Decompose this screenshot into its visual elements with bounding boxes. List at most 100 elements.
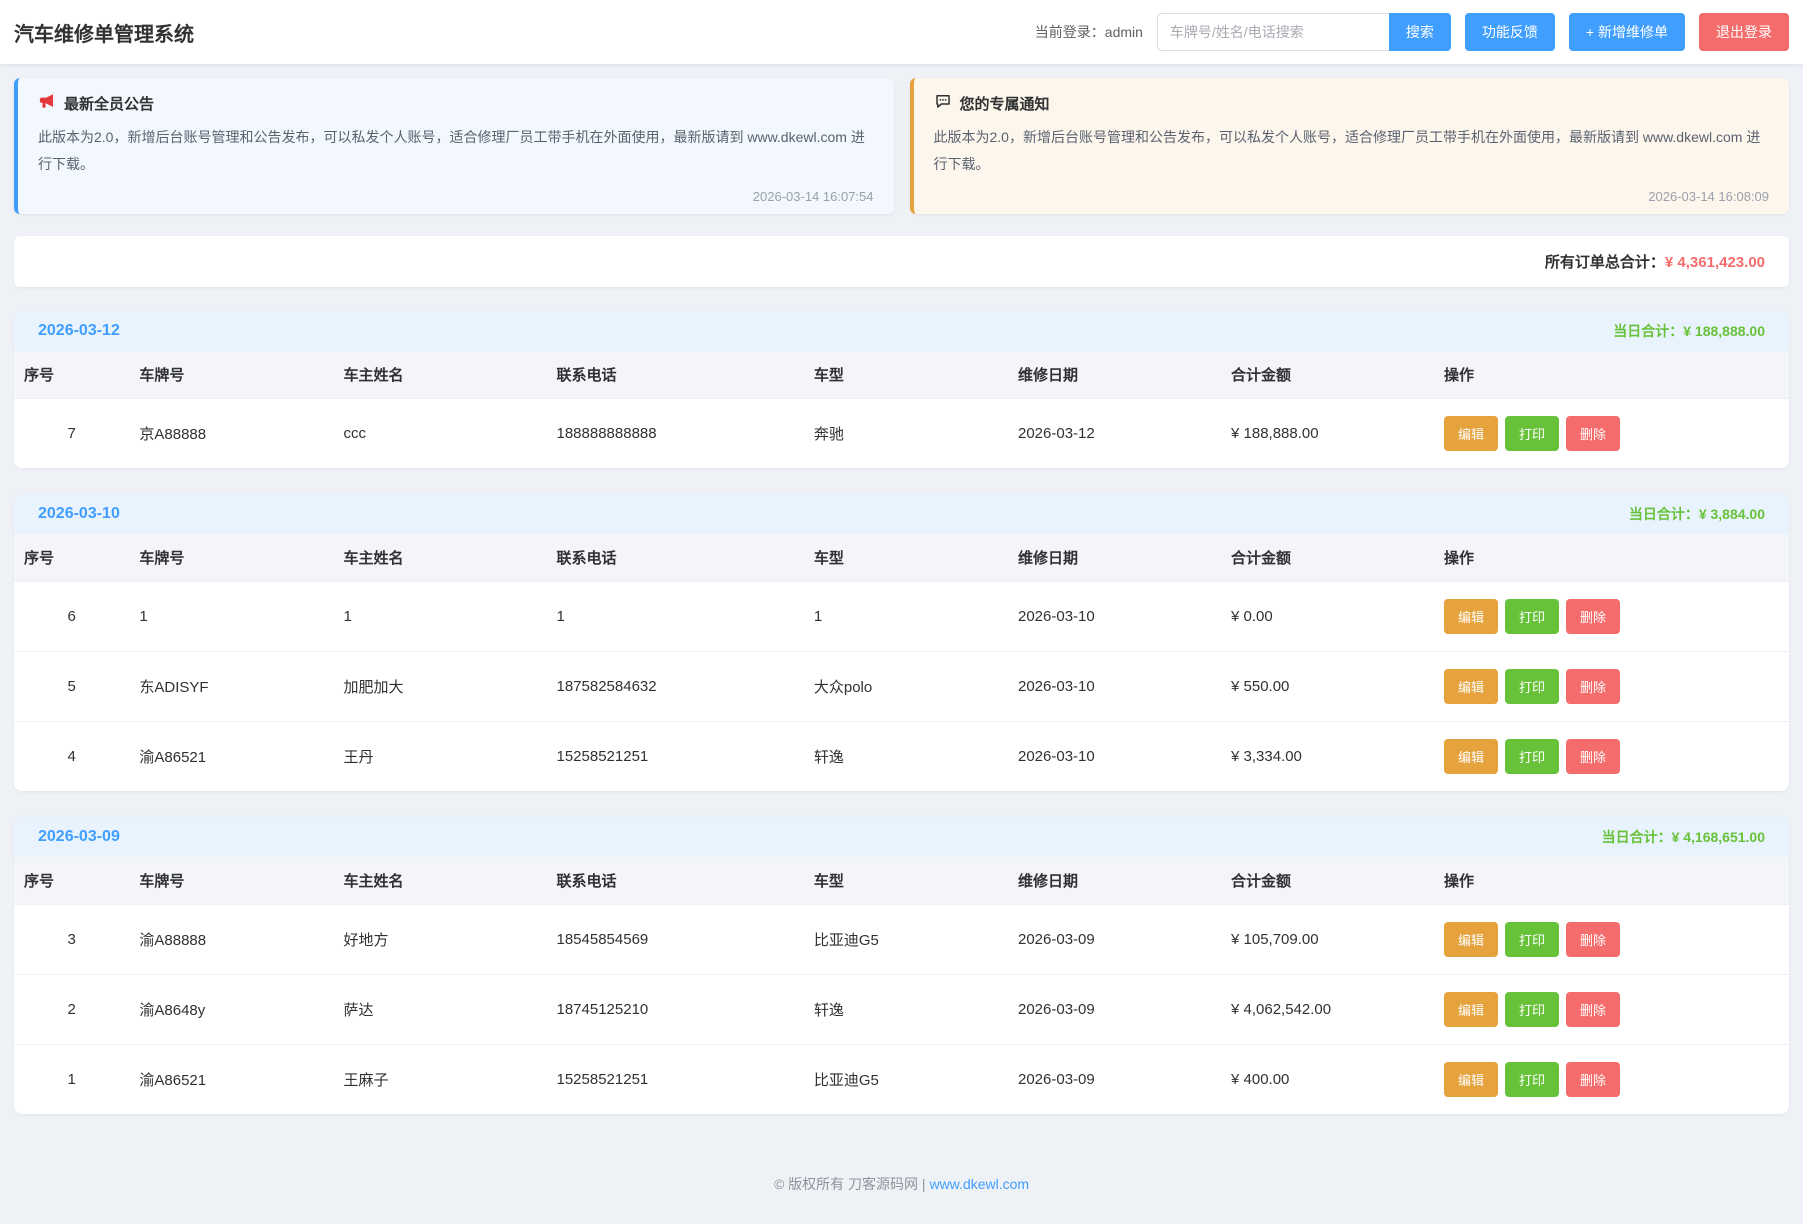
day-group: 2026-03-09当日合计：¥ 4,168,651.00序号车牌号车主姓名联系… — [14, 817, 1789, 1114]
column-header: 合计金额 — [1221, 534, 1434, 582]
column-header: 维修日期 — [1008, 857, 1221, 905]
column-header: 维修日期 — [1008, 351, 1221, 399]
search-input[interactable] — [1157, 13, 1389, 51]
repair-orders-table: 序号车牌号车主姓名联系电话车型维修日期合计金额操作7京A88888ccc1888… — [14, 351, 1789, 468]
cell-actions: 编辑打印删除 — [1434, 1044, 1789, 1114]
logout-button[interactable]: 退出登录 — [1699, 13, 1789, 51]
cell-owner: 萨达 — [334, 974, 547, 1044]
print-button[interactable]: 打印 — [1505, 922, 1559, 957]
day-total: 当日合计：¥ 4,168,651.00 — [1602, 827, 1765, 847]
table-header-row: 序号车牌号车主姓名联系电话车型维修日期合计金额操作 — [14, 534, 1789, 582]
cell-phone: 15258521251 — [547, 1044, 804, 1114]
table-row: 2渝A8648y萨达18745125210轩逸2026-03-09¥ 4,062… — [14, 974, 1789, 1044]
cell-date: 2026-03-12 — [1008, 398, 1221, 468]
column-header: 合计金额 — [1221, 351, 1434, 399]
column-header: 操作 — [1434, 534, 1789, 582]
cell-plate: 渝A86521 — [129, 1044, 333, 1114]
cell-model: 大众polo — [804, 651, 1008, 721]
print-button[interactable]: 打印 — [1505, 669, 1559, 704]
cell-seq: 2 — [14, 974, 129, 1044]
table-row: 611112026-03-10¥ 0.00编辑打印删除 — [14, 581, 1789, 651]
table-row: 3渝A88888好地方18545854569比亚迪G52026-03-09¥ 1… — [14, 904, 1789, 974]
print-button[interactable]: 打印 — [1505, 1062, 1559, 1097]
column-header: 车型 — [804, 857, 1008, 905]
column-header: 操作 — [1434, 351, 1789, 399]
table-header-row: 序号车牌号车主姓名联系电话车型维修日期合计金额操作 — [14, 351, 1789, 399]
column-header: 序号 — [14, 351, 129, 399]
footer-link[interactable]: www.dkewl.com — [929, 1176, 1029, 1192]
cell-owner: 王丹 — [334, 721, 547, 791]
cell-seq: 4 — [14, 721, 129, 791]
cell-amount: ¥ 188,888.00 — [1221, 398, 1434, 468]
cell-actions: 编辑打印删除 — [1434, 721, 1789, 791]
cell-seq: 5 — [14, 651, 129, 721]
main-content: 最新全员公告 此版本为2.0，新增后台账号管理和公告发布，可以私发个人账号，适合… — [0, 64, 1803, 1154]
cell-phone: 18745125210 — [547, 974, 804, 1044]
print-button[interactable]: 打印 — [1505, 599, 1559, 634]
column-header: 车型 — [804, 351, 1008, 399]
column-header: 车主姓名 — [334, 534, 547, 582]
cell-date: 2026-03-10 — [1008, 721, 1221, 791]
delete-button[interactable]: 删除 — [1566, 992, 1620, 1027]
announcement-timestamp: 2026-03-14 16:07:54 — [38, 189, 874, 204]
cell-phone: 18545854569 — [547, 904, 804, 974]
delete-button[interactable]: 删除 — [1566, 669, 1620, 704]
login-status: 当前登录：admin — [1035, 22, 1143, 42]
edit-button[interactable]: 编辑 — [1444, 1062, 1498, 1097]
repair-orders-table: 序号车牌号车主姓名联系电话车型维修日期合计金额操作611112026-03-10… — [14, 534, 1789, 791]
cell-amount: ¥ 4,062,542.00 — [1221, 974, 1434, 1044]
cell-plate: 1 — [129, 581, 333, 651]
feedback-button[interactable]: 功能反馈 — [1465, 13, 1555, 51]
announcement-title-row: 最新全员公告 — [38, 92, 874, 114]
cell-date: 2026-03-10 — [1008, 581, 1221, 651]
cell-plate: 渝A8648y — [129, 974, 333, 1044]
personal-notice-card: 您的专属通知 此版本为2.0，新增后台账号管理和公告发布，可以私发个人账号，适合… — [910, 78, 1790, 214]
announcement-title: 最新全员公告 — [64, 93, 154, 114]
table-row: 4渝A86521王丹15258521251轩逸2026-03-10¥ 3,334… — [14, 721, 1789, 791]
column-header: 车牌号 — [129, 351, 333, 399]
column-header: 序号 — [14, 857, 129, 905]
page-footer: © 版权所有 刀客源码网 | www.dkewl.com — [0, 1154, 1803, 1224]
column-header: 车主姓名 — [334, 351, 547, 399]
header-toolbar: 当前登录：admin 搜索 功能反馈 + 新增维修单 退出登录 — [1035, 13, 1789, 51]
edit-button[interactable]: 编辑 — [1444, 416, 1498, 451]
search-group: 搜索 — [1157, 13, 1451, 51]
search-button[interactable]: 搜索 — [1389, 13, 1451, 51]
copyright-text: © 版权所有 刀客源码网 | — [774, 1176, 930, 1192]
group-date: 2026-03-09 — [38, 828, 120, 846]
notice-title: 您的专属通知 — [960, 93, 1050, 114]
edit-button[interactable]: 编辑 — [1444, 599, 1498, 634]
add-repair-order-button[interactable]: + 新增维修单 — [1569, 13, 1685, 51]
edit-button[interactable]: 编辑 — [1444, 739, 1498, 774]
cell-model: 奔驰 — [804, 398, 1008, 468]
day-group: 2026-03-12当日合计：¥ 188,888.00序号车牌号车主姓名联系电话… — [14, 311, 1789, 468]
edit-button[interactable]: 编辑 — [1444, 669, 1498, 704]
print-button[interactable]: 打印 — [1505, 739, 1559, 774]
delete-button[interactable]: 删除 — [1566, 922, 1620, 957]
delete-button[interactable]: 删除 — [1566, 1062, 1620, 1097]
delete-button[interactable]: 删除 — [1566, 599, 1620, 634]
cell-amount: ¥ 3,334.00 — [1221, 721, 1434, 791]
cell-amount: ¥ 400.00 — [1221, 1044, 1434, 1114]
page-title: 汽车维修单管理系统 — [14, 18, 194, 47]
cell-model: 比亚迪G5 — [804, 904, 1008, 974]
delete-button[interactable]: 删除 — [1566, 416, 1620, 451]
delete-button[interactable]: 删除 — [1566, 739, 1620, 774]
cell-owner: 1 — [334, 581, 547, 651]
cell-date: 2026-03-10 — [1008, 651, 1221, 721]
day-groups-container: 2026-03-12当日合计：¥ 188,888.00序号车牌号车主姓名联系电话… — [14, 311, 1789, 1114]
day-group: 2026-03-10当日合计：¥ 3,884.00序号车牌号车主姓名联系电话车型… — [14, 494, 1789, 791]
orders-total-amount: ¥ 4,361,423.00 — [1665, 254, 1765, 271]
column-header: 操作 — [1434, 857, 1789, 905]
cell-date: 2026-03-09 — [1008, 974, 1221, 1044]
edit-button[interactable]: 编辑 — [1444, 992, 1498, 1027]
edit-button[interactable]: 编辑 — [1444, 922, 1498, 957]
table-row: 5东ADISYF加肥加大187582584632大众polo2026-03-10… — [14, 651, 1789, 721]
cell-plate: 东ADISYF — [129, 651, 333, 721]
cell-model: 轩逸 — [804, 974, 1008, 1044]
print-button[interactable]: 打印 — [1505, 416, 1559, 451]
group-date: 2026-03-10 — [38, 505, 120, 523]
column-header: 车型 — [804, 534, 1008, 582]
print-button[interactable]: 打印 — [1505, 992, 1559, 1027]
orders-total-bar: 所有订单总合计：¥ 4,361,423.00 — [14, 236, 1789, 287]
